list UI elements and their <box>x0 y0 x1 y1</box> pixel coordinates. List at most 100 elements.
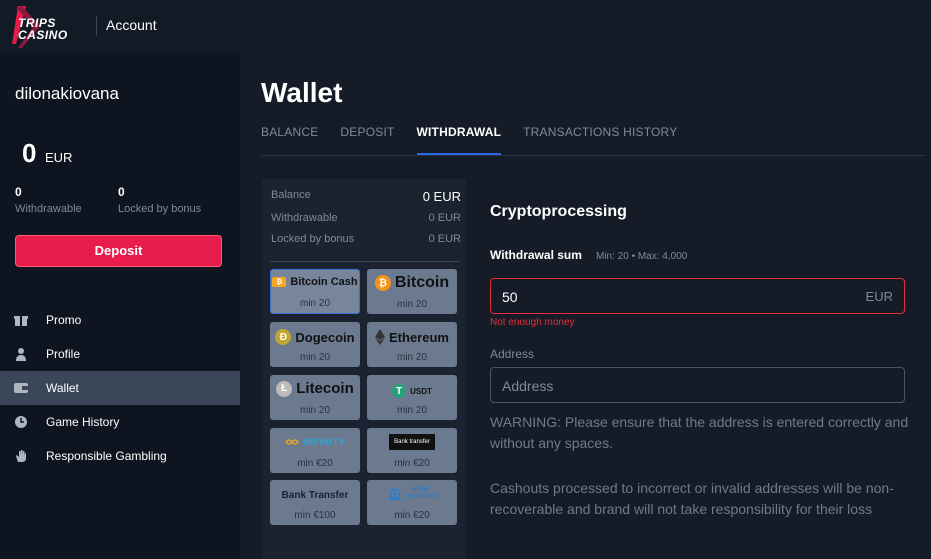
balance-value: 0 EUR <box>422 189 461 204</box>
method-litecoin[interactable]: Ł Litecoin min 20 <box>270 375 360 420</box>
balance-label: Balance <box>271 189 311 201</box>
method-bank-transfer-dark[interactable]: Bank transfer min €20 <box>367 428 457 473</box>
locked-label: Locked by bonus <box>271 233 355 245</box>
method-bank-transfer-blue[interactable]: BANK TRANSFER min €20 <box>367 480 457 525</box>
method-ethereum[interactable]: Ethereum min 20 <box>367 322 457 367</box>
method-min: min 20 <box>299 405 330 416</box>
method-name: MIFINITY <box>302 437 346 447</box>
cashout-warning: Cashouts processed to incorrect or inval… <box>490 480 894 517</box>
method-min: min €20 <box>394 458 430 469</box>
tab-withdrawal[interactable]: WITHDRAWAL <box>416 125 502 155</box>
tab-balance[interactable]: BALANCE <box>261 125 318 155</box>
method-bitcoin-cash[interactable]: ₿ Bitcoin Cash min 20 <box>270 269 360 314</box>
locked-value: 0 EUR <box>428 233 461 245</box>
logo-text: TRIPS CASINO <box>18 16 68 42</box>
method-name: Bitcoin Cash <box>290 276 358 288</box>
tabs-divider <box>261 155 926 156</box>
balance-currency: EUR <box>45 150 73 165</box>
ethereum-icon <box>375 329 386 345</box>
bitcoin-icon: ₿ <box>374 275 391 291</box>
withdrawable-stat: 0 Withdrawable <box>15 185 82 215</box>
method-name: Dogecoin <box>295 329 355 345</box>
tab-deposit[interactable]: DEPOSIT <box>340 125 394 155</box>
method-min: min 20 <box>396 352 427 363</box>
sidebar-item-promo[interactable]: Promo <box>0 303 240 337</box>
tab-transactions-history[interactable]: TRANSACTIONS HISTORY <box>523 125 677 155</box>
address-warning: WARNING: Please ensure that the address … <box>490 414 909 451</box>
method-bitcoin[interactable]: ₿ Bitcoin min 20 <box>367 269 457 314</box>
method-min: min €20 <box>297 458 333 469</box>
withdrawable-label: Withdrawable <box>271 212 338 224</box>
topbar-divider <box>96 16 97 36</box>
method-dogecoin[interactable]: Ð Dogecoin min 20 <box>270 322 360 367</box>
clock-icon <box>14 415 28 429</box>
sidebar-item-label: Profile <box>46 347 81 361</box>
method-min: min 20 <box>299 298 330 309</box>
sidebar-item-wallet[interactable]: Wallet <box>0 371 240 405</box>
main-content: Wallet BALANCE DEPOSIT WITHDRAWAL TRANSA… <box>240 53 931 559</box>
sidebar-item-game-history[interactable]: Game History <box>0 405 240 439</box>
locked-value: 0 <box>118 185 125 199</box>
locked-row: Locked by bonus 0 EUR <box>271 233 461 245</box>
method-min: min 20 <box>396 299 427 310</box>
address-placeholder: Address <box>502 378 554 394</box>
balance-amount: 0 <box>22 138 37 168</box>
locked-label: Locked by bonus <box>118 203 202 215</box>
username: dilonakiovana <box>15 84 119 103</box>
sidebar-item-label: Wallet <box>46 381 79 395</box>
balance-row: Balance 0 EUR <box>271 189 461 204</box>
top-bar: TRIPS CASINO Account <box>0 0 931 53</box>
account-link[interactable]: Account <box>106 17 157 33</box>
method-min: min €20 <box>394 510 430 521</box>
method-name: Ethereum <box>389 329 449 345</box>
withdrawable-value: 0 <box>15 185 22 199</box>
withdrawal-sum-input[interactable]: 50 EUR <box>490 278 905 314</box>
method-name: Bitcoin <box>394 274 450 291</box>
sidebar-item-responsible-gambling[interactable]: Responsible Gambling <box>0 439 240 473</box>
bank-icon <box>388 487 402 501</box>
method-name: USDT <box>410 386 432 396</box>
withdrawable-label: Withdrawable <box>15 203 82 215</box>
error-message: Not enough money <box>490 317 575 328</box>
deposit-button[interactable]: Deposit <box>15 235 222 267</box>
page-title: Wallet <box>261 77 343 108</box>
sidebar-item-label: Responsible Gambling <box>46 449 167 463</box>
withdrawal-sum-value[interactable]: 50 <box>502 289 518 305</box>
withdrawable-row: Withdrawable 0 EUR <box>271 212 461 224</box>
user-icon <box>14 347 28 361</box>
wallet-icon <box>14 381 28 395</box>
payment-methods-panel: Balance 0 EUR Withdrawable 0 EUR Locked … <box>262 179 466 559</box>
sidebar-item-profile[interactable]: Profile <box>0 337 240 371</box>
method-min: min 20 <box>299 352 330 363</box>
withdrawable-value: 0 EUR <box>428 212 461 224</box>
bank-transfer-logo: Bank transfer <box>389 434 435 450</box>
hand-icon <box>14 449 28 463</box>
dogecoin-icon: Ð <box>275 329 292 345</box>
litecoin-icon: Ł <box>276 380 293 397</box>
withdrawal-form: Cryptoprocessing Withdrawal sum Min: 20 … <box>466 179 931 559</box>
sidebar: dilonakiovana 0 EUR 0 Withdrawable 0 Loc… <box>0 53 240 559</box>
address-input[interactable]: Address <box>490 367 905 403</box>
withdrawal-sum-currency: EUR <box>865 289 893 304</box>
tether-icon: T <box>392 384 407 398</box>
method-usdt[interactable]: T USDT min 20 <box>367 375 457 420</box>
method-min: min €100 <box>294 510 336 521</box>
bitcoin-cash-icon: ₿ <box>272 277 287 287</box>
address-label: Address <box>490 347 535 361</box>
method-min: min 20 <box>396 405 427 416</box>
method-mifinity[interactable]: MIFINITY min €20 <box>270 428 360 473</box>
method-name: BANK TRANSFER <box>406 487 439 500</box>
sidebar-item-label: Promo <box>46 313 82 327</box>
method-name: Litecoin <box>296 380 354 397</box>
method-name: Bank Transfer <box>281 490 349 501</box>
wallet-tabs: BALANCE DEPOSIT WITHDRAWAL TRANSACTIONS … <box>261 125 699 155</box>
form-title: Cryptoprocessing <box>490 203 627 220</box>
sidebar-nav: Promo Profile Wallet Game History Respon… <box>0 303 240 473</box>
method-bank-transfer-text[interactable]: Bank Transfer min €100 <box>270 480 360 525</box>
mifinity-icon <box>284 438 299 446</box>
sidebar-item-label: Game History <box>46 415 120 429</box>
withdrawal-sum-limits: Min: 20 • Max: 4,000 <box>596 251 688 262</box>
balance-divider <box>270 261 460 262</box>
withdrawal-sum-label: Withdrawal sum <box>490 248 582 262</box>
locked-stat: 0 Locked by bonus <box>118 185 201 215</box>
